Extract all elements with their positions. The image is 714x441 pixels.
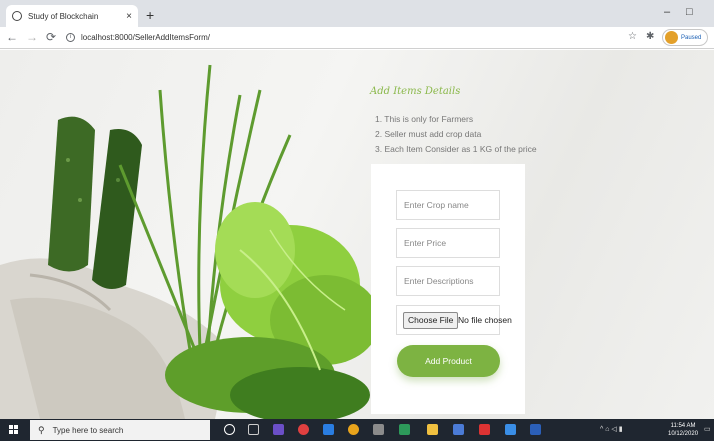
taskbar-search[interactable]: ⚲ Type here to search [30,420,210,440]
profile-status: Paused [681,34,702,41]
windows-start-icon[interactable] [9,425,19,435]
app-icon[interactable] [298,424,309,435]
extensions-puzzle-icon[interactable]: ✱ [646,31,654,42]
maximize-button[interactable]: □ [686,6,693,18]
notification-icon[interactable]: ▭ [704,425,711,433]
list-item: 2. Seller must add crop data [375,129,482,139]
taskbar-search-placeholder: Type here to search [52,425,124,435]
description-input[interactable] [396,266,500,296]
price-input[interactable] [396,228,500,258]
list-item: 1. This is only for Farmers [375,114,474,124]
add-product-button[interactable]: Add Product [397,345,500,377]
search-icon: ⚲ [38,424,45,435]
crop-name-input[interactable] [396,190,500,220]
url-text: localhost:8000/SellerAddItemsForm/ [81,33,210,42]
windows-taskbar: ⚲ Type here to search ^ ⌂ ◁ ▮ 11:54 AM 1… [0,419,714,441]
minimize-button[interactable]: – [664,6,670,18]
info-icon[interactable]: i [66,33,75,42]
reload-icon[interactable]: ⟳ [46,30,56,44]
vscode-icon[interactable] [323,424,334,435]
bookmark-star-icon[interactable]: ☆ [628,31,637,42]
file-status-text: No file chosen [458,315,512,325]
tab-title: Study of Blockchain [28,11,99,21]
back-arrow-icon[interactable]: ← [6,30,18,44]
browser-tab-strip: Study of Blockchain × + – □ [0,0,714,27]
app-icon[interactable] [273,424,284,435]
file-upload-field: Choose File No file chosen [396,305,512,335]
word-icon[interactable] [530,424,541,435]
globe-icon [12,11,22,21]
address-bar[interactable]: i localhost:8000/SellerAddItemsForm/ [66,30,626,45]
browser-tab[interactable]: Study of Blockchain × [6,5,138,27]
app-icon[interactable] [479,424,490,435]
page-content: Add Items Details 1. This is only for Fa… [0,50,714,419]
app-icon[interactable] [453,424,464,435]
instruction-list: 1. This is only for Farmers 2. Seller mu… [375,112,537,157]
app-icon[interactable] [505,424,516,435]
chrome-icon[interactable] [348,424,359,435]
clock-date: 10/12/2020 [668,431,699,437]
close-tab-icon[interactable]: × [126,11,132,22]
profile-button[interactable]: Paused [662,29,708,46]
list-item: 3. Each Item Consider as 1 KG of the pri… [375,144,537,154]
vegetables-illustration [0,64,380,419]
new-tab-button[interactable]: + [146,7,154,23]
task-view-icon[interactable] [248,424,259,435]
cortana-icon[interactable] [224,424,235,435]
add-item-form: Choose File No file chosen Add Product [371,164,525,414]
page-title: Add Items Details [370,86,461,97]
choose-file-button[interactable]: Choose File [403,312,459,329]
taskbar-clock[interactable]: 11:54 AM 10/12/2020 [668,422,698,438]
app-icon[interactable] [373,424,384,435]
avatar [665,31,678,44]
forward-arrow-icon[interactable]: → [26,30,38,44]
browser-toolbar: ← → ⟳ i localhost:8000/SellerAddItemsFor… [0,27,714,49]
tray-icons[interactable]: ^ ⌂ ◁ ▮ [600,425,623,433]
app-icon[interactable] [399,424,410,435]
file-explorer-icon[interactable] [427,424,438,435]
clock-time: 11:54 AM [670,423,696,429]
